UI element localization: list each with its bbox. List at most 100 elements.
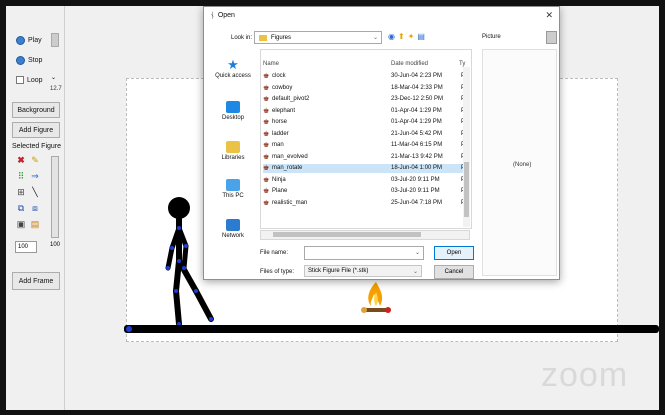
add-figure-button[interactable]: Add Figure: [12, 122, 60, 138]
file-row[interactable]: ♚horse01-Apr-04 1:29 PMPi: [263, 118, 466, 127]
color-scroll[interactable]: [51, 156, 59, 238]
file-date: 21-Mar-13 9:42 PM: [391, 153, 443, 160]
file-date: 18-Jun-04 1:00 PM: [391, 165, 443, 171]
place-label: Network: [221, 233, 244, 239]
scale-input[interactable]: 100: [15, 241, 37, 253]
file-name: realistic_man: [272, 199, 308, 206]
stop-radio[interactable]: Stop: [16, 56, 42, 65]
file-list-vscroll[interactable]: [463, 67, 470, 227]
flip-icon[interactable]: ⇒: [30, 171, 40, 181]
new-folder-icon[interactable]: ✦: [408, 32, 415, 41]
file-row[interactable]: ♚man11-Mar-04 6:15 PMPi: [263, 141, 466, 150]
file-row[interactable]: ♚elephant01-Apr-04 1:29 PMPi: [263, 107, 466, 116]
place-label: Quick access: [215, 73, 251, 79]
file-name-input[interactable]: ⌄: [304, 246, 424, 260]
file-name: horse: [272, 119, 288, 125]
scroll-thumb[interactable]: [273, 232, 421, 237]
pencil-icon[interactable]: ✎: [30, 155, 40, 165]
place-quick-access[interactable]: ★ Quick access: [210, 57, 256, 79]
file-row[interactable]: ♚clock30-Jun-04 2:23 PMPi: [263, 72, 466, 81]
ground-line[interactable]: [124, 325, 659, 333]
look-in-value: Figures: [271, 34, 292, 41]
campfire[interactable]: [356, 278, 396, 318]
file-date: 23-Dec-12 2:50 PM: [391, 96, 444, 102]
file-name: man: [272, 142, 284, 148]
file-name: man_evolved: [272, 153, 308, 160]
grid-icon[interactable]: ⠿: [16, 171, 26, 181]
scale-icon[interactable]: ⊞: [16, 187, 26, 197]
close-icon[interactable]: ✕: [545, 10, 553, 21]
look-in-select[interactable]: Figures ⌄: [254, 31, 382, 44]
column-date[interactable]: Date modified: [391, 61, 428, 67]
file-row[interactable]: ♚ladder21-Jun-04 5:42 PMPi: [263, 130, 466, 139]
files-of-type-select[interactable]: Stick Figure File (*.stk) ⌄: [304, 265, 422, 277]
file-list[interactable]: Name Date modified Ty ♚ clock 30-Jun-04 2:…: [260, 49, 472, 229]
stick-file-icon: ♚: [263, 84, 270, 92]
file-date: 18-Mar-04 2:33 PM: [391, 84, 443, 91]
figure-head: [168, 197, 190, 219]
stick-file-icon: ♚: [263, 142, 270, 149]
look-in-label: Look in:: [231, 35, 253, 41]
stick-file-icon: ♚: [263, 119, 270, 126]
loop-label: Loop: [27, 76, 43, 84]
file-row[interactable]: ♚realistic_man25-Jun-04 7:18 PMPi: [263, 199, 466, 208]
open-button[interactable]: Open: [434, 246, 474, 260]
place-label: Desktop: [221, 115, 244, 121]
back-icon[interactable]: ◉: [388, 32, 395, 41]
delete-icon[interactable]: ✖: [16, 155, 26, 165]
network-icon: [226, 219, 240, 231]
dialog-title-text: Open: [217, 12, 235, 19]
file-name: Ninja: [272, 176, 286, 183]
radio-icon: [16, 56, 25, 65]
file-row[interactable]: ♚Ninja03-Jul-20 9:11 PMPi: [263, 176, 466, 185]
up-folder-icon[interactable]: ⬆: [398, 32, 405, 41]
left-toolbar: Play Stop Loop ⌄ 12.7 Background Add Fig…: [6, 6, 65, 410]
files-of-type-value: Stick Figure File (*.stk): [308, 268, 369, 274]
chevron-down-icon: ⌄: [412, 269, 418, 275]
preview-toggle-button[interactable]: [546, 31, 557, 44]
star-icon: ★: [227, 57, 239, 72]
file-row[interactable]: ♚man_rotate18-Jun-04 1:00 PMPi: [263, 164, 466, 173]
background-button[interactable]: Background: [12, 102, 60, 118]
play-radio[interactable]: Play: [16, 36, 42, 45]
radio-icon: [16, 36, 25, 45]
app-icon: ᚾ: [210, 11, 215, 20]
file-row[interactable]: ♚default_pivot223-Dec-12 2:50 PMPi: [263, 95, 466, 104]
nav-buttons: ◉ ⬆ ✦ ▤: [388, 32, 425, 41]
preview-text: (None): [513, 162, 532, 168]
stick-file-icon: ♚: [263, 130, 270, 138]
column-name[interactable]: Name: [263, 61, 279, 67]
timeline-scroll-handle[interactable]: [51, 33, 59, 47]
chevron-down-icon: ⌄: [372, 35, 378, 41]
front-icon[interactable]: ▣: [16, 219, 26, 229]
place-libraries[interactable]: Libraries: [210, 141, 256, 161]
place-this-pc[interactable]: This PC: [210, 179, 256, 199]
place-desktop[interactable]: Desktop: [210, 101, 256, 121]
picture-label: Picture: [482, 34, 501, 40]
loop-checkbox[interactable]: Loop: [16, 76, 43, 84]
place-network[interactable]: Network: [210, 219, 256, 239]
file-date: 30-Jun-04 2:23 PM: [391, 73, 443, 79]
file-row[interactable]: ♚cowboy18-Mar-04 2:33 PMPi: [263, 84, 466, 93]
zoom-watermark: zoom: [541, 356, 629, 394]
fps-value: 12.7: [50, 86, 62, 92]
file-row[interactable]: ♚Plane03-Jul-20 9:11 PMPi: [263, 187, 466, 196]
libraries-icon: [226, 141, 240, 153]
paste-icon[interactable]: ⧈: [30, 203, 40, 213]
view-menu-icon[interactable]: ▤: [417, 32, 425, 41]
file-date: 01-Apr-04 1:29 PM: [391, 107, 442, 114]
ground-joint[interactable]: [126, 326, 132, 332]
file-date: 21-Jun-04 5:42 PM: [391, 130, 443, 137]
file-list-hscroll[interactable]: [260, 230, 470, 240]
file-row[interactable]: ♚man_evolved21-Mar-13 9:42 PMPi: [263, 153, 466, 162]
desktop-icon: [226, 101, 240, 113]
file-name: ladder: [272, 130, 289, 137]
add-frame-button[interactable]: Add Frame: [12, 272, 60, 290]
line-tool-icon[interactable]: ╲: [30, 187, 40, 197]
scroll-thumb[interactable]: [464, 162, 469, 217]
file-date: 03-Jul-20 9:11 PM: [391, 188, 440, 194]
cancel-button[interactable]: Cancel: [434, 265, 474, 279]
fps-stepper[interactable]: ⌄: [51, 74, 56, 81]
back-icon[interactable]: ▤: [30, 219, 40, 229]
copy-icon[interactable]: ⧉: [16, 203, 26, 213]
